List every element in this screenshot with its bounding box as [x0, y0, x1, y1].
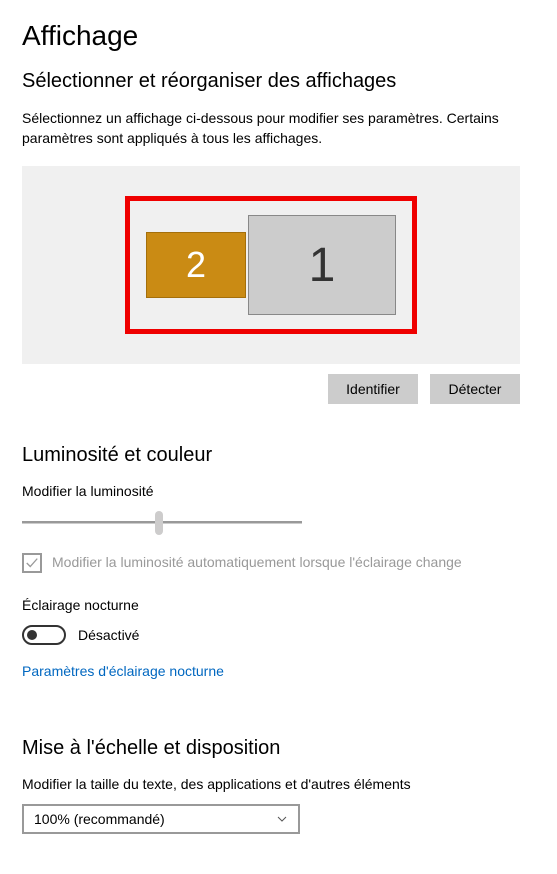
toggle-knob [27, 630, 37, 640]
arrange-section: Sélectionner et réorganiser des affichag… [22, 70, 535, 404]
night-light-label: Éclairage nocturne [22, 597, 535, 613]
arrange-description: Sélectionnez un affichage ci-dessous pou… [22, 109, 535, 148]
brightness-slider[interactable] [22, 511, 302, 535]
night-light-toggle-row: Désactivé [22, 625, 535, 645]
brightness-slider-group: Modifier la luminosité Modifier la lumin… [22, 483, 535, 573]
brightness-slider-label: Modifier la luminosité [22, 483, 535, 499]
text-size-dropdown[interactable]: 100% (recommandé) [22, 804, 300, 834]
page-title: Affichage [22, 20, 535, 52]
arrange-title: Sélectionner et réorganiser des affichag… [22, 70, 535, 93]
monitor-2[interactable]: 2 [146, 232, 246, 298]
brightness-section: Luminosité et couleur Modifier la lumino… [22, 444, 535, 713]
dropdown-value: 100% (recommandé) [34, 811, 165, 827]
scale-section: Mise à l'échelle et disposition Modifier… [22, 737, 535, 834]
highlight-box: 2 1 [125, 196, 417, 334]
night-light-state: Désactivé [78, 627, 139, 643]
monitor-1[interactable]: 1 [248, 215, 396, 315]
identify-button[interactable]: Identifier [328, 374, 418, 404]
auto-brightness-row: Modifier la luminosité automatiquement l… [22, 553, 535, 573]
slider-thumb[interactable] [155, 511, 163, 535]
night-light-toggle[interactable] [22, 625, 66, 645]
night-light-group: Éclairage nocturne Désactivé Paramètres … [22, 597, 535, 713]
text-size-label: Modifier la taille du texte, des applica… [22, 776, 535, 792]
night-light-settings-link[interactable]: Paramètres d'éclairage nocturne [22, 663, 224, 679]
checkmark-icon [25, 556, 39, 570]
auto-brightness-label: Modifier la luminosité automatiquement l… [52, 553, 462, 573]
detect-button[interactable]: Détecter [430, 374, 520, 404]
arrange-buttons: Identifier Détecter [22, 374, 520, 404]
auto-brightness-checkbox[interactable] [22, 553, 42, 573]
brightness-title: Luminosité et couleur [22, 444, 535, 467]
chevron-down-icon [276, 813, 288, 825]
scale-title: Mise à l'échelle et disposition [22, 737, 535, 760]
display-arrange-area[interactable]: 2 1 [22, 166, 520, 364]
